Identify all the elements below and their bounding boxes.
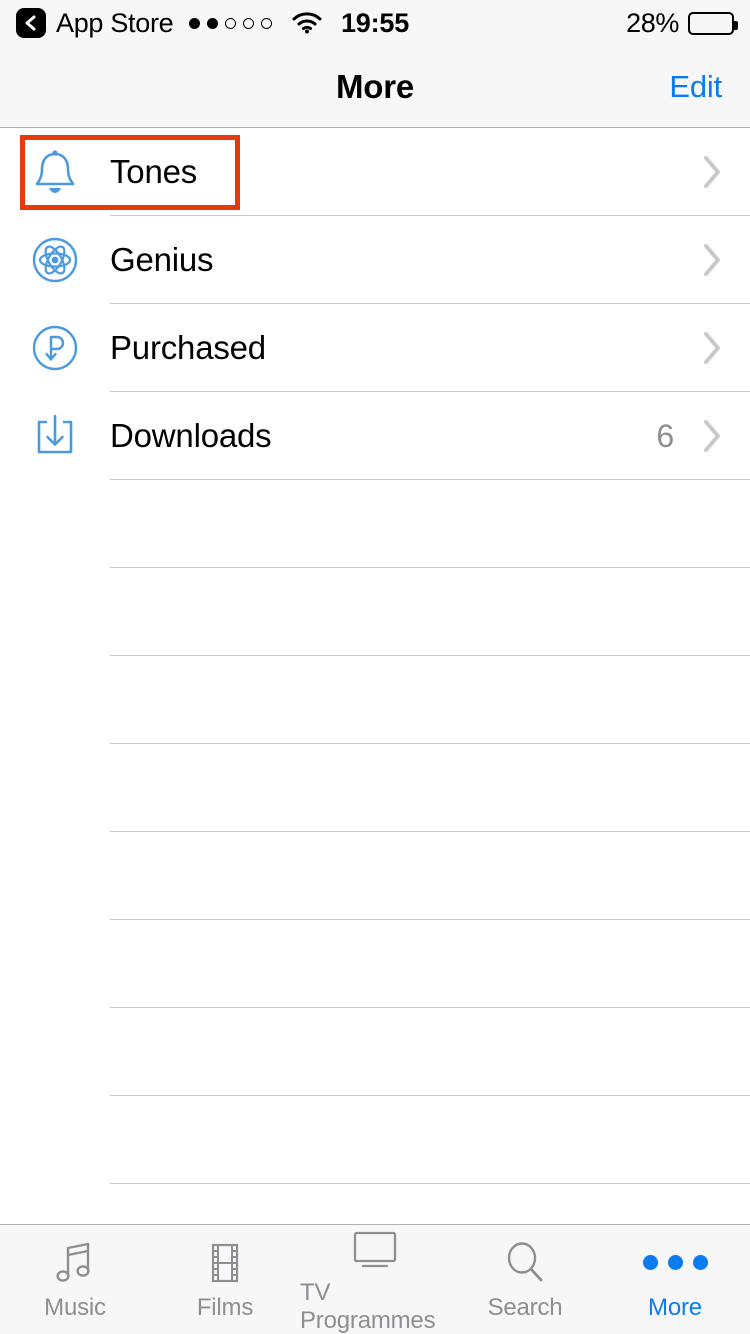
atom-icon: [0, 233, 110, 287]
chevron-right-icon: [702, 419, 722, 453]
tab-music[interactable]: Music: [0, 1225, 150, 1334]
empty-list-row: [0, 1008, 750, 1096]
empty-list-row: [0, 568, 750, 656]
tab-films[interactable]: Films: [150, 1225, 300, 1334]
tab-tv-programmes[interactable]: TV Programmes: [300, 1225, 450, 1334]
list-item-label: Genius: [110, 241, 214, 278]
battery-icon: [688, 11, 738, 35]
cellular-signal-dots: [189, 17, 273, 29]
back-to-app-store-button[interactable]: [16, 8, 46, 38]
film-strip-icon: [202, 1238, 248, 1288]
list-item-badge: 6: [656, 417, 674, 454]
ellipsis-icon: [642, 1238, 708, 1288]
list-item-tones[interactable]: Tones: [0, 128, 750, 216]
tab-search[interactable]: Search: [450, 1225, 600, 1334]
signal-dot-4: [243, 17, 255, 29]
chevron-left-icon: [24, 14, 38, 32]
status-bar: App Store 19:55 28%: [0, 0, 750, 46]
tab-label: Search: [487, 1293, 563, 1321]
tv-icon: [346, 1225, 404, 1273]
list-item-label: Tones: [110, 153, 198, 190]
chevron-right-icon: [702, 155, 722, 189]
edit-button[interactable]: Edit: [669, 69, 722, 105]
signal-dot-2: [207, 17, 219, 29]
empty-list-rows: [0, 480, 750, 1224]
wifi-icon: [292, 12, 322, 34]
empty-list-row: [0, 1096, 750, 1184]
tab-label: Music: [44, 1293, 106, 1321]
signal-dot-3: [225, 17, 237, 29]
empty-list-row: [0, 656, 750, 744]
list-item-downloads[interactable]: Downloads 6: [0, 392, 750, 480]
list-item-genius[interactable]: Genius: [0, 216, 750, 304]
list-item-label: Purchased: [110, 329, 266, 366]
empty-list-row: [0, 1184, 750, 1224]
bell-icon: [0, 145, 110, 199]
magnifier-icon: [501, 1238, 549, 1288]
status-bar-right: 28%: [626, 7, 738, 39]
empty-list-row: [0, 480, 750, 568]
signal-dot-5: [261, 17, 273, 29]
more-options-list: Tones Genius Purchased Downloads 6: [0, 128, 750, 1224]
purchased-icon: [0, 321, 110, 375]
empty-list-row: [0, 832, 750, 920]
list-item-purchased[interactable]: Purchased: [0, 304, 750, 392]
tab-more[interactable]: More: [600, 1225, 750, 1334]
tab-label: More: [648, 1293, 702, 1321]
battery-percentage-label: 28%: [626, 7, 679, 38]
chevron-right-icon: [702, 331, 722, 365]
chevron-right-icon: [702, 243, 722, 277]
music-note-icon: [52, 1238, 98, 1288]
navigation-bar: More Edit: [0, 46, 750, 128]
tab-label: TV Programmes: [300, 1278, 436, 1334]
iphone-screen: App Store 19:55 28% More Edit Tones Geni…: [0, 0, 750, 1334]
empty-list-row: [0, 744, 750, 832]
page-title: More: [335, 67, 415, 105]
status-bar-left: App Store: [16, 8, 322, 39]
download-icon: [0, 409, 110, 463]
tab-label: Films: [196, 1293, 254, 1321]
status-bar-app-name[interactable]: App Store: [56, 8, 174, 39]
tab-bar: Music Films TV Programmes Search More: [0, 1224, 750, 1334]
empty-list-row: [0, 920, 750, 1008]
list-item-label: Downloads: [110, 417, 272, 454]
signal-dot-1: [189, 17, 201, 29]
